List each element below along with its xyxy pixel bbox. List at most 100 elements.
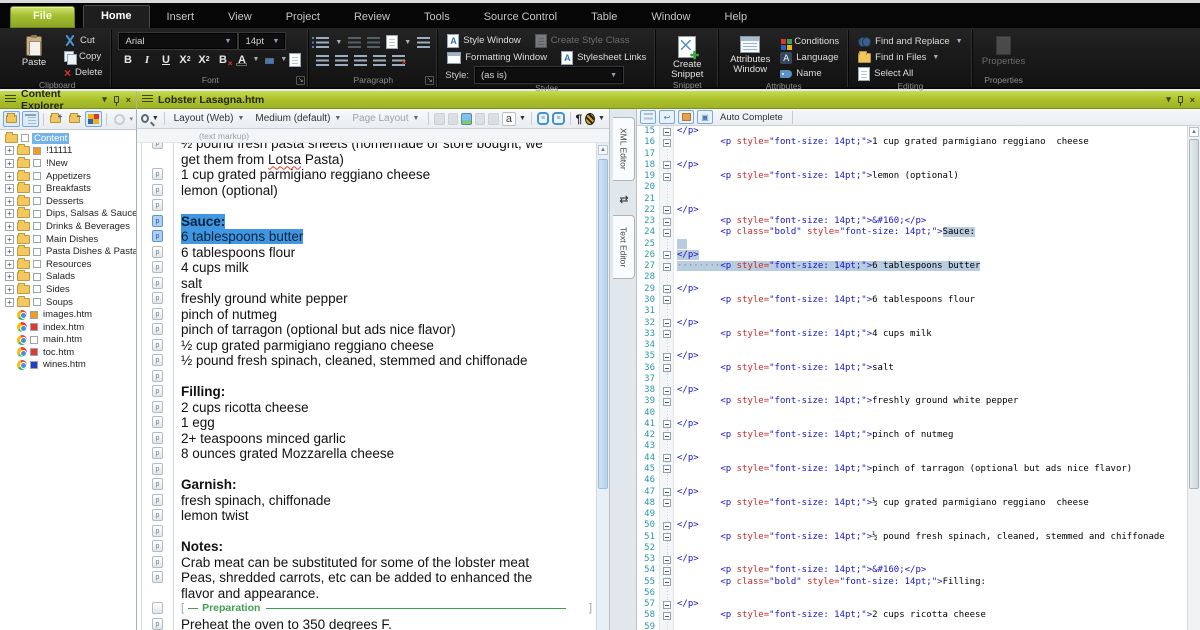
language-button[interactable]: ALanguage [778, 50, 841, 65]
code-line[interactable]: 56 [637, 588, 1187, 599]
fold-gutter[interactable] [659, 363, 674, 374]
tree-item[interactable]: +Sides [0, 283, 136, 296]
document-paragraph[interactable]: pCrab meat can be substituted for some o… [137, 555, 596, 571]
document-paragraph[interactable]: ppinch of nutmeg [137, 307, 596, 323]
fold-gutter[interactable] [659, 227, 674, 238]
superscript-button[interactable]: X2 [176, 52, 193, 67]
code-line[interactable]: 17 [637, 149, 1187, 160]
document-paragraph[interactable]: pfresh spinach, chiffonade [137, 493, 596, 509]
tree-item[interactable]: toc.htm [0, 346, 136, 359]
ribbon-tab-source-control[interactable]: Source Control [467, 7, 574, 28]
fold-gutter[interactable] [659, 149, 674, 160]
show-blocks-button[interactable]: ≡ [552, 112, 565, 125]
show-conditions-button[interactable] [85, 111, 102, 127]
p-tag-marker[interactable]: p [152, 230, 163, 242]
ribbon-tab-view[interactable]: View [211, 7, 269, 28]
expand-icon[interactable]: + [5, 260, 14, 269]
expand-icon[interactable]: + [5, 298, 14, 307]
tree-item[interactable]: +Appetizers [0, 170, 136, 183]
code-line[interactable]: 51 <p style="font-size: 14pt;">½ pound f… [637, 532, 1187, 543]
code-line[interactable]: 50</p> [637, 520, 1187, 531]
expand-icon[interactable]: + [5, 235, 14, 244]
p-tag-marker[interactable]: p [152, 494, 163, 506]
fold-gutter[interactable] [659, 453, 674, 464]
remove-formatting-button[interactable]: B× [214, 52, 231, 67]
code-scroll-up-icon[interactable]: ▲ [1189, 127, 1199, 137]
fold-gutter[interactable] [659, 509, 674, 520]
fold-gutter[interactable] [659, 487, 674, 498]
fold-gutter[interactable] [659, 250, 674, 261]
expand-icon[interactable]: + [5, 285, 14, 294]
code-line[interactable]: 18</p> [637, 160, 1187, 171]
expand-icon[interactable]: + [5, 197, 14, 206]
code-line[interactable]: 41</p> [637, 419, 1187, 430]
document-paragraph[interactable]: pFilling: [137, 384, 596, 400]
swap-panes-icon[interactable]: ⇄ [615, 193, 633, 209]
code-line[interactable]: 43 [637, 441, 1187, 452]
p-tag-marker[interactable]: p [152, 199, 163, 211]
create-style-class-button[interactable]: Create Style Class [533, 33, 632, 48]
ribbon-tab-table[interactable]: Table [574, 7, 634, 28]
layout-mode-select[interactable]: Layout (Web)▼ [170, 112, 249, 125]
code-line[interactable]: 46 [637, 475, 1187, 486]
p-tag-marker[interactable]: p [152, 215, 163, 227]
fold-gutter[interactable] [659, 419, 674, 430]
cut-button[interactable]: Cut [62, 33, 104, 48]
font-color-dropdown[interactable]: ▼ [252, 56, 259, 63]
paragraph-dialog-launcher[interactable]: ↘ [425, 76, 434, 85]
tree-item[interactable]: wines.htm [0, 359, 136, 372]
highlight-toggle-icon[interactable] [678, 110, 694, 124]
decrease-indent-button[interactable] [348, 37, 361, 48]
copy-preview-icon[interactable] [448, 113, 459, 125]
font-dialog-launcher[interactable]: ↘ [296, 76, 305, 85]
font-dialog-icon[interactable] [289, 53, 301, 67]
refresh-preview-icon[interactable] [434, 113, 445, 125]
p-tag-marker[interactable]: p [152, 463, 163, 475]
create-snippet-button[interactable]: Create Snippet [663, 33, 711, 80]
expand-icon[interactable]: + [5, 272, 14, 281]
fold-gutter[interactable] [659, 239, 674, 250]
fold-gutter[interactable] [659, 272, 674, 283]
find-in-files-button[interactable]: Find in Files▼ [856, 50, 964, 65]
document-paragraph[interactable]: p6 tablespoons butter [137, 229, 596, 245]
code-line[interactable]: 47</p> [637, 487, 1187, 498]
tree-item[interactable]: +Desserts [0, 195, 136, 208]
disabled-tool-icon[interactable] [475, 113, 486, 125]
align-right-button[interactable] [354, 55, 367, 66]
code-line[interactable]: 19 <p style="font-size: 14pt;">lemon (op… [637, 171, 1187, 182]
tree-item[interactable]: +!New [0, 157, 136, 170]
attributes-window-button[interactable]: Attributes Window [726, 33, 774, 81]
fold-gutter[interactable] [659, 385, 674, 396]
document-paragraph[interactable]: pPeas, shredded carrots, etc can be adde… [137, 570, 596, 601]
p-tag-marker[interactable]: p [152, 385, 163, 397]
italic-button[interactable]: I [138, 52, 155, 67]
tree-item[interactable]: main.htm [0, 334, 136, 347]
code-line[interactable]: 59 [637, 622, 1187, 630]
paragraph-settings-dropdown[interactable]: ▼ [404, 39, 411, 46]
code-line[interactable]: 37 [637, 374, 1187, 385]
tree-item[interactable]: +Salads [0, 271, 136, 284]
code-line[interactable]: 54 <p style="font-size: 14pt;">&#160;</p… [637, 565, 1187, 576]
zoom-dropdown[interactable]: ▼ [152, 115, 159, 122]
fold-gutter[interactable] [659, 588, 674, 599]
paragraph-settings-button[interactable] [386, 35, 398, 49]
code-line[interactable]: 38</p> [637, 385, 1187, 396]
tab-text-editor[interactable]: Text Editor [613, 215, 635, 279]
fold-gutter[interactable] [659, 464, 674, 475]
fold-gutter[interactable] [659, 532, 674, 543]
code-line[interactable]: 40 [637, 408, 1187, 419]
tab-xml-editor[interactable]: XML Editor [613, 117, 635, 181]
image-icon[interactable] [461, 113, 472, 125]
doc-close-icon[interactable]: × [1190, 95, 1195, 105]
expand-icon[interactable]: + [5, 209, 14, 218]
p-tag-marker[interactable]: p [152, 618, 163, 630]
code-line[interactable]: 34 [637, 340, 1187, 351]
code-line[interactable]: 15</p> [637, 126, 1187, 137]
document-paragraph[interactable]: p½ pound fresh spinach, cleaned, stemmed… [137, 353, 596, 369]
font-family-select[interactable]: Arial▼ [119, 33, 237, 49]
wrap-toggle-icon[interactable]: ↩ [659, 110, 675, 124]
analyzer-dropdown[interactable]: ▼ [598, 115, 605, 122]
p-tag-marker[interactable]: p [152, 292, 163, 304]
p-tag-marker[interactable] [152, 602, 163, 614]
show-paragraph-marks-button[interactable]: ¶ [576, 112, 583, 126]
